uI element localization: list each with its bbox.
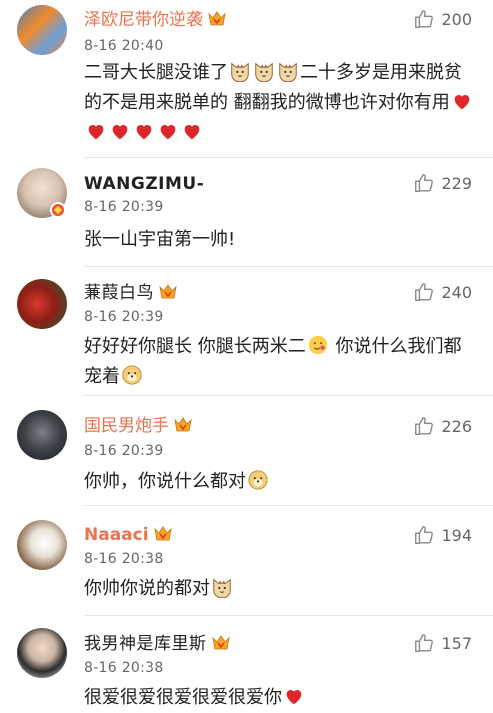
vip-crown-icon (153, 525, 173, 543)
like-count: 229 (441, 173, 472, 193)
avatar[interactable] (17, 410, 67, 460)
timestamp: 8-16 20:39 (84, 199, 164, 215)
thumbs-up-icon (413, 8, 435, 30)
heart-icon (157, 120, 179, 142)
verified-badge-icon (50, 202, 66, 218)
like-count: 240 (441, 282, 472, 302)
cat-emoji-icon (229, 60, 251, 82)
doge-emoji-icon (247, 469, 269, 491)
timestamp: 8-16 20:39 (84, 443, 164, 459)
timestamp: 8-16 20:38 (84, 551, 164, 567)
like-button[interactable]: 240 (413, 281, 472, 303)
heart-icon (109, 120, 131, 142)
like-button[interactable]: 157 (413, 632, 472, 654)
comment-text: 好好好你腿长 你腿长两米二 你说什么我们都宠着 (84, 334, 462, 387)
username[interactable]: 我男神是库里斯 (84, 634, 231, 654)
like-count: 226 (441, 416, 472, 436)
thumbs-up-icon (413, 632, 435, 654)
doge-emoji-icon (121, 364, 143, 386)
thumbs-up-icon (413, 281, 435, 303)
avatar[interactable] (17, 5, 67, 55)
comment-item: 国民男炮手 8-16 20:39 226 你帅，你说什么都对 (0, 396, 493, 504)
thumbs-up-icon (413, 524, 435, 546)
vip-crown-icon (158, 283, 178, 301)
thumbs-up-icon (413, 415, 435, 437)
username[interactable]: WANGZIMU- (84, 174, 204, 194)
username[interactable]: Naaaci (84, 525, 173, 545)
like-count: 200 (441, 9, 472, 29)
avatar[interactable] (17, 279, 67, 329)
cat-emoji-icon (253, 60, 275, 82)
like-button[interactable]: 200 (413, 8, 472, 30)
comment-item: 泽欧尼带你逆袭 8-16 20:40 200 二哥大长腿没谁了 二十多岁是用来脱贫… (0, 0, 493, 157)
comment-item: 蒹葭白鸟 8-16 20:39 240 好好好你腿长 你腿长两米二 你说什么我们… (0, 267, 493, 395)
heart-icon (181, 120, 203, 142)
username[interactable]: 泽欧尼带你逆袭 (84, 10, 227, 30)
comment-text: 你帅，你说什么都对 (84, 467, 474, 497)
cat-emoji-icon (211, 576, 233, 598)
comment-text: 你帅你说的都对 (84, 574, 474, 604)
like-count: 157 (441, 633, 472, 653)
thumbs-up-icon (413, 172, 435, 194)
vip-crown-icon (207, 10, 227, 28)
heart-icon (133, 120, 155, 142)
heart-icon (85, 120, 107, 142)
username[interactable]: 蒹葭白鸟 (84, 283, 178, 303)
comment-item: WANGZIMU- 8-16 20:39 229 张一山宇宙第一帅! (0, 158, 493, 266)
heart-icon (451, 90, 473, 112)
like-button[interactable]: 194 (413, 524, 472, 546)
comment-text: 张一山宇宙第一帅! (84, 229, 236, 250)
heart-icon (283, 685, 305, 707)
comment-item: 我男神是库里斯 8-16 20:38 157 很爱很爱很爱很爱很爱你 (0, 616, 493, 713)
username[interactable]: 国民男炮手 (84, 416, 193, 436)
timestamp: 8-16 20:38 (84, 660, 164, 676)
like-count: 194 (441, 525, 472, 545)
comment-item: Naaaci 8-16 20:38 194 你帅你说的都对 (0, 506, 493, 615)
vip-crown-icon (211, 634, 231, 652)
like-button[interactable]: 229 (413, 172, 472, 194)
avatar[interactable] (17, 628, 67, 678)
comment-text: 二哥大长腿没谁了 二十多岁是用来脱贫的不是用来脱单的 翻翻我的微博也许对你有用 (84, 58, 474, 148)
like-button[interactable]: 226 (413, 415, 472, 437)
blush-emoji-icon (307, 334, 329, 356)
comment-text: 很爱很爱很爱很爱很爱你 (84, 683, 474, 713)
timestamp: 8-16 20:39 (84, 309, 164, 325)
avatar[interactable] (17, 520, 67, 570)
cat-emoji-icon (277, 60, 299, 82)
timestamp: 8-16 20:40 (84, 38, 164, 54)
vip-crown-icon (173, 416, 193, 434)
